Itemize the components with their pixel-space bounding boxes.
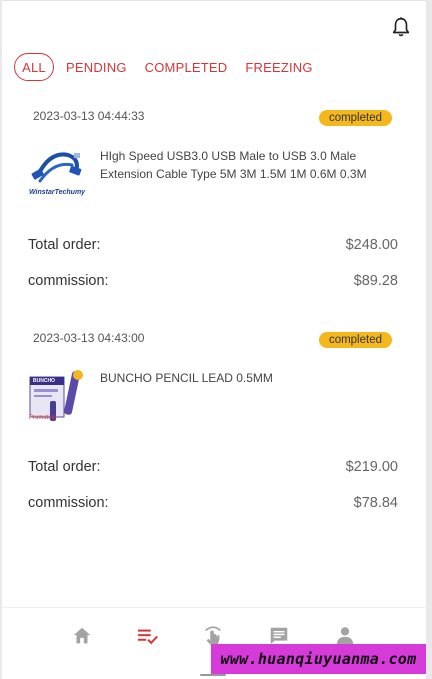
total-order-row: Total order: $248.00 [28, 237, 398, 253]
screen-edge-left [0, 0, 2, 679]
thumb-brand: BUNCHO [33, 378, 55, 384]
commission-label: commission: [28, 273, 109, 289]
tab-completed[interactable]: COMPLETED [145, 60, 228, 75]
thumb-promo: Promotion [29, 415, 57, 421]
status-badge: completed [318, 332, 392, 348]
commission-value: $89.28 [353, 273, 398, 289]
tab-all[interactable]: ALL [14, 53, 54, 81]
status-tabs: ALL PENDING COMPLETED FREEZING [14, 53, 331, 81]
commission-row: commission: $89.28 [28, 273, 398, 289]
commission-label: commission: [28, 495, 109, 511]
order-card[interactable]: 2023-03-13 04:43:00 completed BUNCHO Pro… [14, 331, 412, 531]
commission-row: commission: $78.84 [28, 495, 398, 511]
status-badge: completed [318, 110, 392, 126]
total-order-label: Total order: [28, 237, 101, 253]
product-name: HIgh Speed USB3.0 USB Male to USB 3.0 Ma… [100, 149, 367, 181]
product-image: BUNCHO Promotion [28, 367, 86, 425]
total-order-value: $219.00 [345, 459, 398, 475]
total-order-row: Total order: $219.00 [28, 459, 398, 475]
order-card[interactable]: 2023-03-13 04:44:33 completed WinstarTec… [14, 109, 412, 309]
watermark-banner: www.huanqiuyuanma.com [211, 644, 426, 674]
total-order-label: Total order: [28, 459, 101, 475]
screen-edge-right [426, 0, 432, 679]
thumb-brand: WinstarTechumy [29, 189, 86, 196]
product-image: WinstarTechumy [28, 145, 86, 203]
home-indicator [200, 674, 226, 676]
commission-value: $78.84 [353, 495, 398, 511]
tab-freezing[interactable]: FREEZING [245, 60, 312, 75]
watermark-text: www.huanqiuyuanma.com [220, 650, 417, 668]
order-list-icon[interactable] [136, 625, 158, 647]
total-order-value: $248.00 [345, 237, 398, 253]
tab-pending[interactable]: PENDING [66, 60, 127, 75]
top-divider [2, 0, 426, 1]
order-date: 2023-03-13 04:44:33 [33, 109, 145, 123]
order-date: 2023-03-13 04:43:00 [33, 331, 145, 345]
bell-icon[interactable] [390, 16, 412, 38]
product-name: BUNCHO PENCIL LEAD 0.5MM [100, 371, 273, 385]
home-icon[interactable] [71, 625, 93, 647]
